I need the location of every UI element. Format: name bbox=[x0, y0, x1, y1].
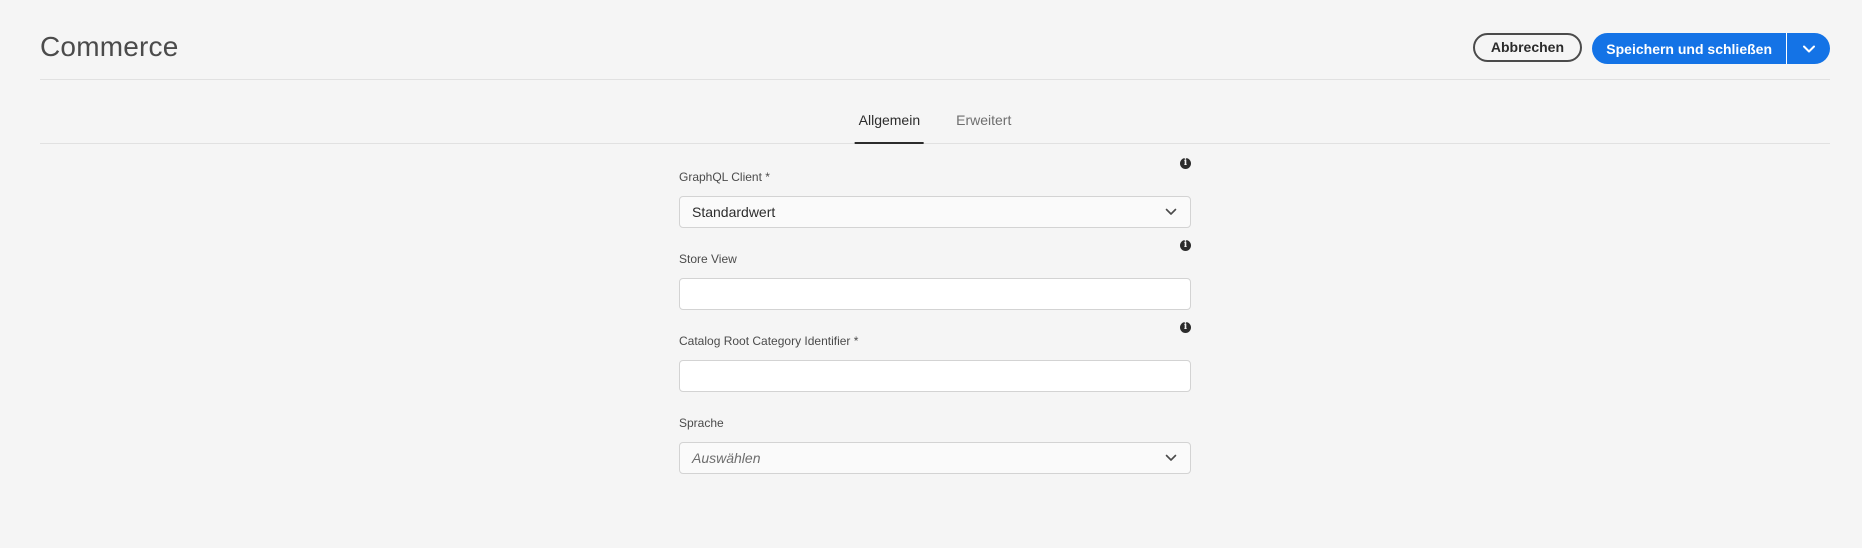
catalog-root-input[interactable] bbox=[679, 360, 1191, 392]
info-icon[interactable]: i bbox=[1180, 158, 1191, 169]
save-and-close-button[interactable]: Speichern und schließen bbox=[1592, 33, 1786, 64]
catalog-root-field: Catalog Root Category Identifier * i bbox=[679, 322, 1191, 404]
language-placeholder: Auswählen bbox=[692, 450, 761, 466]
store-view-label: Store View bbox=[679, 252, 737, 266]
language-label: Sprache bbox=[679, 416, 724, 430]
catalog-root-label: Catalog Root Category Identifier * bbox=[679, 334, 859, 348]
info-icon[interactable]: i bbox=[1180, 322, 1191, 333]
graphql-client-label: GraphQL Client * bbox=[679, 170, 770, 184]
graphql-client-field: GraphQL Client * i Standardwert bbox=[679, 158, 1191, 240]
language-field: Sprache Auswählen bbox=[679, 404, 1191, 486]
page-title: Commerce bbox=[40, 31, 179, 62]
tab-erweitert[interactable]: Erweitert bbox=[952, 80, 1015, 143]
properties-form: GraphQL Client * i Standardwert Store Vi… bbox=[679, 158, 1191, 486]
chevron-down-icon bbox=[1164, 451, 1178, 465]
store-view-input[interactable] bbox=[679, 278, 1191, 310]
page-header: Commerce Abbrechen Speichern und schließ… bbox=[40, 0, 1830, 80]
graphql-client-value: Standardwert bbox=[692, 204, 776, 220]
tab-allgemein[interactable]: Allgemein bbox=[854, 80, 925, 144]
info-icon[interactable]: i bbox=[1180, 240, 1191, 251]
tab-bar: Allgemein Erweitert bbox=[40, 80, 1830, 144]
store-view-field: Store View i bbox=[679, 240, 1191, 322]
chevron-down-icon bbox=[1164, 205, 1178, 219]
graphql-client-select[interactable]: Standardwert bbox=[679, 196, 1191, 228]
chevron-down-icon bbox=[1802, 45, 1815, 53]
cancel-button[interactable]: Abbrechen bbox=[1472, 33, 1582, 62]
language-select[interactable]: Auswählen bbox=[679, 442, 1191, 474]
tab-list: Allgemein Erweitert bbox=[854, 80, 1016, 144]
save-button-group: Speichern und schließen bbox=[1592, 33, 1830, 64]
save-options-button[interactable] bbox=[1786, 33, 1830, 64]
